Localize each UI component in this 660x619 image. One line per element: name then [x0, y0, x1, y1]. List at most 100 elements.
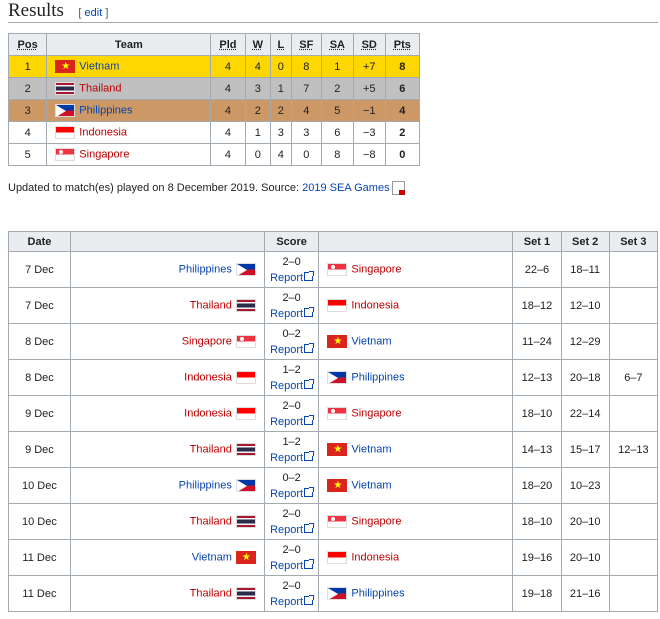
score-cell: 2–0 Report [263, 287, 320, 324]
sa-cell: 2 [320, 77, 354, 100]
home-team-link[interactable]: Indonesia [184, 371, 232, 383]
date-cell: 9 Dec [8, 395, 71, 432]
home-team-link[interactable]: Thailand [190, 515, 232, 527]
thailand-flag-icon [55, 82, 76, 95]
date-cell: 7 Dec [8, 287, 71, 324]
away-team-link[interactable]: Vietnam [351, 479, 391, 491]
set-3-cell [608, 287, 659, 324]
set-1-cell: 19–18 [512, 575, 562, 612]
away-team-cell: Philippines [318, 359, 514, 396]
report-link[interactable]: Report [270, 594, 315, 608]
match-row: 8 Dec Indonesia 1–2 Report Philippines 12–13 2… [8, 359, 659, 396]
report-link[interactable]: Report [270, 450, 315, 464]
sd-cell: −8 [352, 143, 386, 166]
report-link[interactable]: Report [270, 342, 315, 356]
results-header-team-1 [69, 231, 265, 252]
vietnam-flag-icon [327, 443, 348, 456]
set-1-cell: 18–10 [512, 395, 562, 432]
team-cell: Vietnam [46, 55, 212, 78]
match-row: 9 Dec Thailand 1–2 Report Vietnam 14–1315–171… [8, 431, 659, 468]
report-link[interactable]: Report [270, 414, 315, 428]
score-value: 2–0 [282, 255, 301, 268]
team-link-indonesia[interactable]: Indonesia [79, 126, 127, 138]
standings-row: 3 Philippines 4 2 2 4 5 −1 4 [7, 99, 421, 122]
home-team-link[interactable]: Vietnam [192, 551, 232, 563]
home-team-link[interactable]: Thailand [190, 587, 232, 599]
away-team-link[interactable]: Singapore [351, 515, 401, 527]
team-cell: Singapore [46, 143, 212, 166]
home-team-link[interactable]: Singapore [182, 335, 232, 347]
home-team-link[interactable]: Thailand [190, 443, 232, 455]
score-value: 2–0 [282, 543, 301, 556]
edit-link[interactable]: edit [85, 7, 103, 19]
away-team-link[interactable]: Indonesia [351, 551, 399, 563]
score-cell: 2–0 Report [263, 575, 320, 612]
set-1-cell: 12–13 [512, 359, 562, 396]
standings-row: 4 Indonesia 4 1 3 3 6 −3 2 [7, 121, 421, 144]
match-row: 7 Dec Philippines 2–0 Report Singapore 22–6 18… [8, 251, 659, 288]
score-value: 1–2 [282, 435, 301, 448]
standings-header-sd: SD [352, 33, 386, 56]
team-link-vietnam[interactable]: Vietnam [79, 60, 119, 72]
external-link-icon [304, 450, 315, 461]
thailand-flag-icon [235, 515, 256, 528]
away-team-link[interactable]: Indonesia [351, 299, 399, 311]
indonesia-flag-icon [235, 371, 256, 384]
standings-header-team: Team [46, 33, 212, 56]
away-team-cell: Indonesia [318, 539, 514, 576]
date-cell: 9 Dec [8, 431, 71, 468]
report-link[interactable]: Report [270, 558, 315, 572]
pts-cell: 4 [384, 99, 421, 122]
away-team-cell: Singapore [318, 395, 514, 432]
report-link[interactable]: Report [270, 522, 315, 536]
report-link[interactable]: Report [270, 306, 315, 320]
team-link-singapore[interactable]: Singapore [79, 148, 129, 160]
set-2-cell: 18–11 [560, 251, 610, 288]
score-value: 0–2 [282, 471, 301, 484]
update-note: Updated to match(es) played on 8 Decembe… [8, 181, 405, 196]
standings-row: 1Vietnam44081+78 [7, 55, 421, 78]
match-row: 7 Dec Thailand 2–0 Report Indonesia 18–12 12–1… [8, 287, 659, 324]
sa-cell: 6 [320, 121, 354, 144]
away-team-link[interactable]: Philippines [351, 587, 404, 599]
standings-header-sa: SA [320, 33, 354, 56]
away-team-link[interactable]: Singapore [351, 407, 401, 419]
set-2-cell: 15–17 [560, 431, 610, 468]
team-link-philippines[interactable]: Philippines [79, 104, 132, 116]
report-link[interactable]: Report [270, 378, 315, 392]
set-3-cell [608, 503, 659, 540]
standings-header-row: Pos Team Pld W L SF SA SD Pts [7, 33, 421, 56]
pdf-icon [391, 181, 405, 196]
home-team-link[interactable]: Philippines [179, 479, 232, 491]
away-team-link[interactable]: Vietnam [351, 335, 391, 347]
away-team-link[interactable]: Vietnam [351, 443, 391, 455]
team-link-thailand[interactable]: Thailand [79, 82, 121, 94]
sf-cell: 8 [290, 55, 322, 78]
away-team-link[interactable]: Philippines [351, 371, 404, 383]
home-team-link[interactable]: Philippines [179, 263, 232, 275]
away-team-link[interactable]: Singapore [351, 263, 401, 275]
sf-cell: 3 [290, 121, 322, 144]
away-team-cell: Singapore [318, 503, 514, 540]
date-cell: 10 Dec [8, 503, 71, 540]
team-cell: Thailand [46, 77, 212, 100]
source-link[interactable]: 2019 SEA Games [302, 182, 389, 194]
vietnam-flag-icon [327, 335, 348, 348]
set-1-cell: 19–16 [512, 539, 562, 576]
report-link[interactable]: Report [270, 486, 315, 500]
set-1-cell: 14–13 [512, 431, 562, 468]
home-team-link[interactable]: Thailand [190, 299, 232, 311]
set-3-cell: 12–13 [608, 431, 659, 468]
indonesia-flag-icon [235, 407, 256, 420]
l-cell: 0 [270, 55, 292, 78]
philippines-flag-icon [327, 371, 348, 384]
set-1-cell: 18–20 [512, 467, 562, 504]
home-team-link[interactable]: Indonesia [184, 407, 232, 419]
results-header-date: Date [8, 231, 71, 252]
report-link[interactable]: Report [270, 270, 315, 284]
pld-cell: 4 [210, 55, 246, 78]
score-cell: 0–2 Report [263, 467, 320, 504]
date-cell: 7 Dec [8, 251, 71, 288]
l-cell: 3 [270, 121, 292, 144]
sa-cell: 5 [320, 99, 354, 122]
